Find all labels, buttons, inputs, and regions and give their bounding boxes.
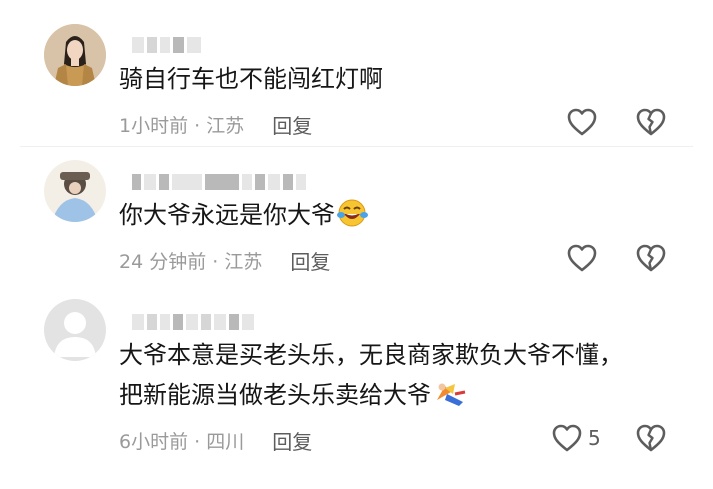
- username[interactable]: [132, 34, 201, 56]
- dislike-button[interactable]: [636, 108, 666, 140]
- reply-button[interactable]: 回复: [272, 426, 312, 455]
- reply-button[interactable]: 回复: [290, 246, 330, 275]
- crying-laughing-face-icon: [337, 198, 369, 239]
- comment-text: 你大爷永远是你大爷: [119, 196, 369, 239]
- dislike-button[interactable]: [636, 424, 666, 456]
- username[interactable]: [132, 311, 254, 333]
- avatar[interactable]: [44, 24, 106, 86]
- comment-text-content: 你大爷永远是你大爷: [119, 201, 335, 229]
- avatar[interactable]: [44, 299, 106, 361]
- comment-text: 把新能源当做老头乐卖给大爷: [119, 376, 467, 419]
- comment-text: 骑自行车也不能闯红灯啊: [119, 65, 383, 93]
- broken-heart-icon: [636, 424, 666, 452]
- reply-button[interactable]: 回复: [272, 110, 312, 139]
- like-button[interactable]: 5: [552, 424, 601, 452]
- avatar[interactable]: [44, 160, 106, 222]
- comment-meta: 1小时前 · 江苏 回复: [119, 110, 312, 139]
- username[interactable]: [132, 171, 306, 193]
- broken-heart-icon: [636, 244, 666, 272]
- comment-meta: 6小时前 · 四川 回复: [119, 426, 312, 455]
- broken-heart-icon: [636, 108, 666, 136]
- heart-outline-icon: [567, 108, 597, 136]
- comment-meta: 24 分钟前 · 江苏 回复: [119, 246, 330, 275]
- comment-text-content: 把新能源当做老头乐卖给大爷: [119, 381, 431, 409]
- dancing-figure-icon: [433, 380, 467, 419]
- timestamp-location: 24 分钟前 · 江苏: [119, 251, 263, 273]
- timestamp-location: 6小时前 · 四川: [119, 431, 245, 453]
- dislike-button[interactable]: [636, 244, 666, 276]
- like-count: 5: [588, 426, 601, 450]
- comment-text: 大爷本意是买老头乐，无良商家欺负大爷不懂，: [119, 341, 623, 369]
- timestamp-location: 1小时前 · 江苏: [119, 115, 245, 137]
- like-button[interactable]: [567, 244, 597, 272]
- heart-outline-icon: [567, 244, 597, 272]
- like-button[interactable]: [567, 108, 597, 136]
- heart-outline-icon: [552, 424, 582, 452]
- divider: [20, 146, 693, 147]
